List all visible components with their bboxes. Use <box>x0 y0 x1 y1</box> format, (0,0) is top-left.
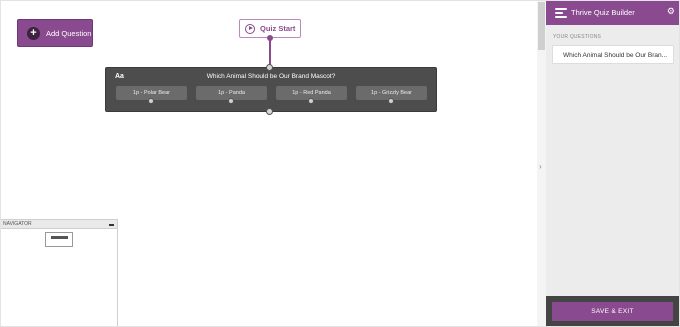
play-icon <box>245 23 255 34</box>
answer-item[interactable]: 1p - Polar Bear <box>116 86 187 104</box>
plus-icon: + <box>27 26 40 40</box>
answer-label: 1p - Grizzly Bear <box>371 90 412 96</box>
answer-label: 1p - Polar Bear <box>133 90 170 96</box>
gear-icon[interactable]: ⚙ <box>667 7 675 16</box>
quiz-start-label: Quiz Start <box>260 24 296 33</box>
question-node[interactable]: Aa Which Animal Should be Our Brand Masc… <box>105 67 437 112</box>
add-question-button[interactable]: + Add Question <box>17 19 93 47</box>
navigator-header: NAVIGATOR <box>1 220 117 229</box>
quiz-canvas[interactable]: + Add Question Quiz Start Aa Which Anima… <box>0 0 537 327</box>
sidebar-footer: SAVE & EXIT <box>546 296 680 327</box>
start-connector-line <box>269 38 271 65</box>
navigator-viewport[interactable] <box>45 232 73 247</box>
answer-port[interactable] <box>228 98 234 104</box>
answer-port[interactable] <box>308 98 314 104</box>
sidebar-question-item[interactable]: Which Animal Should be Our Bran... <box>552 45 674 64</box>
answer-list: 1p - Polar Bear 1p - Panda 1p - Red Pand… <box>116 86 428 104</box>
answer-port[interactable] <box>388 98 394 104</box>
scrollbar-thumb[interactable] <box>538 2 545 50</box>
question-title: Which Animal Should be Our Brand Mascot? <box>206 73 336 80</box>
navigator-question-thumbnail <box>51 236 68 239</box>
section-label: YOUR QUESTIONS <box>553 34 602 40</box>
add-question-label: Add Question <box>46 28 92 38</box>
save-exit-button[interactable]: SAVE & EXIT <box>552 302 673 321</box>
answer-label: 1p - Red Panda <box>292 90 331 96</box>
minimize-icon[interactable] <box>109 224 114 226</box>
answer-port[interactable] <box>148 98 154 104</box>
navigator-panel[interactable]: NAVIGATOR <box>0 219 118 327</box>
sidebar-header: Thrive Quiz Builder ⚙ <box>546 0 680 25</box>
thrive-logo-icon <box>555 7 567 18</box>
answer-item[interactable]: 1p - Panda <box>196 86 267 104</box>
answer-item[interactable]: 1p - Red Panda <box>276 86 347 104</box>
navigator-title: NAVIGATOR <box>3 221 32 227</box>
sidebar: Thrive Quiz Builder ⚙ YOUR QUESTIONS Whi… <box>546 0 680 327</box>
sidebar-title: Thrive Quiz Builder <box>571 8 635 17</box>
question-input-port[interactable] <box>266 64 273 71</box>
answer-label: 1p - Panda <box>218 90 245 96</box>
question-output-port[interactable] <box>266 108 273 115</box>
answer-item[interactable]: 1p - Grizzly Bear <box>356 86 427 104</box>
start-connector-port[interactable] <box>266 35 273 41</box>
panel-splitter[interactable]: › <box>537 0 546 327</box>
chevron-right-icon[interactable]: › <box>539 162 542 171</box>
